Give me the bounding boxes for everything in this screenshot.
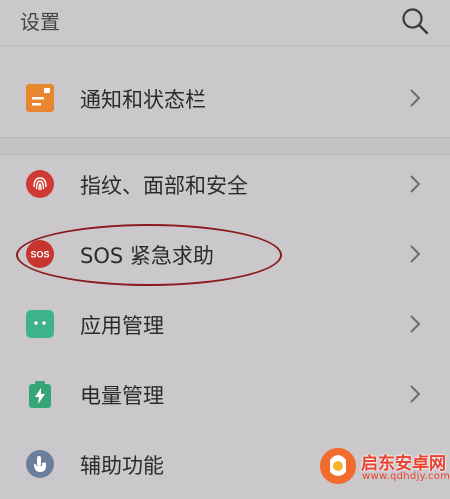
chevron-right-icon xyxy=(410,89,421,107)
settings-item-label: SOS 紧急求助 xyxy=(80,244,214,268)
chevron-right-icon xyxy=(410,315,421,333)
sos-icon: SOS xyxy=(26,240,54,268)
settings-item-notifications[interactable]: 通知和状态栏 xyxy=(0,63,450,133)
chevron-right-icon xyxy=(410,175,421,193)
settings-item-label: 指纹、面部和安全 xyxy=(80,174,248,198)
watermark-logo-icon xyxy=(320,448,356,484)
hand-icon xyxy=(26,450,54,478)
settings-item-label: 电量管理 xyxy=(80,384,164,408)
settings-item-label: 应用管理 xyxy=(80,314,164,338)
battery-icon xyxy=(29,381,51,408)
notification-icon xyxy=(26,84,54,112)
watermark-url: www.qdhdjy.com xyxy=(362,471,450,482)
search-icon[interactable] xyxy=(400,6,430,36)
header: 设置 xyxy=(0,0,450,42)
chevron-right-icon xyxy=(410,385,421,403)
settings-item-security[interactable]: 指纹、面部和安全 xyxy=(0,149,450,219)
watermark: 启东安卓网 www.qdhdjy.com xyxy=(318,446,450,490)
sos-icon-text: SOS xyxy=(30,250,49,260)
settings-item-apps[interactable]: 应用管理 xyxy=(0,289,450,359)
fingerprint-icon xyxy=(26,170,54,198)
chevron-right-icon xyxy=(410,245,421,263)
settings-item-label: 辅助功能 xyxy=(80,454,164,478)
page-title: 设置 xyxy=(20,10,60,34)
settings-item-sos[interactable]: SOS SOS 紧急求助 xyxy=(0,219,450,289)
settings-item-label: 通知和状态栏 xyxy=(80,88,206,112)
settings-item-battery[interactable]: 电量管理 xyxy=(0,359,450,429)
header-divider xyxy=(0,45,450,46)
android-icon xyxy=(26,310,54,338)
